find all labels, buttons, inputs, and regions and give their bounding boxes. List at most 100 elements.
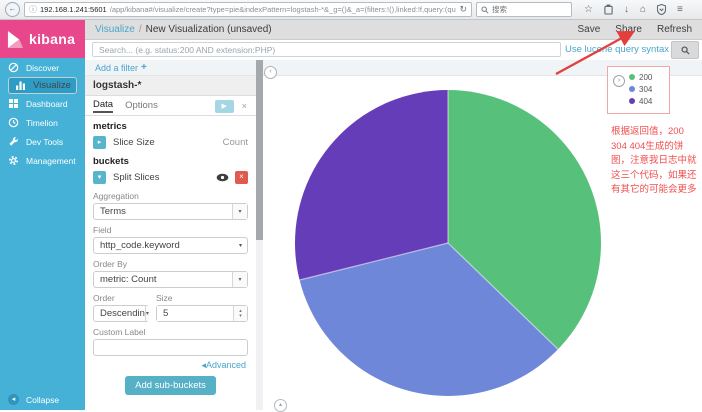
wrench-icon — [8, 136, 19, 147]
pie-chart[interactable] — [295, 90, 601, 396]
top-toolbar: Visualize / New Visualization (unsaved) … — [85, 20, 702, 40]
order-label: Order — [93, 288, 149, 305]
sidebar-item-visualize[interactable]: Visualize — [8, 77, 77, 94]
logo-text: kibana — [29, 31, 75, 47]
size-input[interactable] — [157, 306, 233, 321]
sidebar-item-management[interactable]: Management — [0, 151, 85, 170]
add-subbuckets-button[interactable]: Add sub-buckets — [125, 376, 216, 395]
size-stepper[interactable]: ▴▾ — [156, 305, 248, 322]
collapse-button[interactable]: ◂ Collapse — [0, 394, 59, 405]
legend-item[interactable]: 304 — [629, 84, 652, 94]
metric-label: Slice Size — [113, 137, 155, 148]
order-size-row: Order Descendin ▾ Size ▴▾ — [93, 288, 248, 322]
breadcrumb-app-link[interactable]: Visualize — [95, 24, 135, 35]
caret-down-icon: ▾ — [232, 272, 247, 287]
caret-down-icon: ▾ — [239, 314, 242, 319]
spinner-icons[interactable]: ▴▾ — [233, 306, 247, 321]
bucket-row-split-slices[interactable]: ▾ Split Slices × — [85, 169, 256, 186]
order-by-select[interactable]: metric: Count ▾ — [93, 271, 248, 288]
bar-chart-icon — [15, 80, 26, 91]
legend-dot — [629, 74, 635, 80]
breadcrumb-separator: / — [139, 24, 142, 35]
legend-label: 404 — [639, 97, 652, 106]
buckets-header: buckets — [85, 151, 256, 169]
browser-search-box[interactable] — [476, 2, 572, 17]
expand-right-icon[interactable]: ▸ — [93, 136, 106, 149]
sidebar-item-timelion[interactable]: Timelion — [0, 113, 85, 132]
aggregation-select[interactable]: Terms ▾ — [93, 203, 248, 220]
scrollbar-thumb[interactable] — [256, 60, 263, 240]
page-info-icon[interactable]: ⓘ — [29, 4, 37, 15]
legend-item[interactable]: 404 — [629, 96, 652, 106]
sidebar-item-label: Timelion — [26, 118, 58, 128]
add-filter-button[interactable]: Add a filter — [95, 63, 138, 73]
metric-value: Count — [223, 137, 248, 148]
advanced-link[interactable]: ◂Advanced — [85, 356, 256, 371]
share-button[interactable]: Share — [615, 24, 642, 35]
clock-icon — [8, 117, 19, 128]
apply-changes-button[interactable]: ▶ — [215, 100, 234, 113]
collapse-label: Collapse — [26, 395, 59, 405]
eye-icon — [216, 173, 229, 182]
home-icon[interactable]: ⌂ — [640, 5, 646, 15]
refresh-button[interactable]: Refresh — [657, 24, 692, 35]
remove-bucket-button[interactable]: × — [235, 171, 248, 184]
browser-back-button[interactable]: ← — [5, 2, 20, 17]
sidebar-item-dashboard[interactable]: Dashboard — [0, 94, 85, 113]
sidebar-item-discover[interactable]: Discover — [0, 58, 85, 77]
play-icon: ▶ — [222, 102, 227, 110]
shield-icon[interactable] — [657, 4, 666, 15]
sidebar-item-label: Visualize — [33, 80, 71, 91]
advanced-label: Advanced — [206, 360, 246, 370]
bookmark-star-icon[interactable]: ☆ — [584, 5, 593, 15]
legend-toggle-button[interactable]: › — [613, 75, 625, 87]
query-input[interactable] — [92, 42, 561, 57]
tab-data[interactable]: Data — [93, 99, 113, 113]
save-button[interactable]: Save — [578, 24, 601, 35]
discard-changes-button[interactable]: × — [242, 101, 247, 111]
metric-row-slice-size[interactable]: ▸ Slice Size Count — [85, 134, 256, 151]
legend-annotation-box: › 200 304 404 — [607, 66, 670, 114]
index-pattern-header: logstash-* — [85, 76, 256, 96]
lucene-syntax-link[interactable]: Use lucene query syntax — [565, 44, 669, 55]
panel-collapse-button[interactable]: ‹ — [264, 66, 277, 79]
reload-icon[interactable]: ↻ — [459, 4, 467, 15]
url-bar[interactable]: ⓘ 192.168.1.241:5601/app/kibana#/visuali… — [24, 2, 472, 17]
query-bar: Use lucene query syntax — [85, 40, 702, 60]
field-select[interactable]: http_code.keyword ▾ — [93, 237, 248, 254]
panel-scrollbar[interactable] — [256, 60, 263, 410]
browser-chrome: ← ⓘ 192.168.1.241:5601/app/kibana#/visua… — [0, 0, 702, 20]
field-label: Field — [85, 220, 256, 237]
sidebar-item-label: Management — [26, 156, 76, 166]
legend-label: 304 — [639, 85, 652, 94]
toggle-visibility-button[interactable] — [216, 173, 229, 182]
custom-label-input[interactable] — [93, 339, 248, 356]
order-select[interactable]: Descendin ▾ — [93, 305, 149, 322]
caret-down-icon: ▾ — [239, 242, 242, 249]
library-icon[interactable] — [604, 4, 613, 15]
sidebar-item-label: Discover — [26, 63, 59, 73]
menu-icon[interactable]: ≡ — [677, 5, 683, 15]
plus-icon[interactable]: + — [141, 62, 147, 73]
breadcrumb-page-title: New Visualization (unsaved) — [146, 24, 272, 35]
custom-label-label: Custom Label — [85, 322, 256, 339]
legend-item[interactable]: 200 — [629, 72, 652, 82]
size-label: Size — [156, 288, 248, 305]
aggregation-label: Aggregation — [85, 186, 256, 203]
editor-tabs: Data Options ▶ × — [85, 96, 256, 116]
field-value: http_code.keyword — [100, 240, 180, 251]
kibana-logo-mark-icon — [7, 31, 24, 48]
order-by-value: metric: Count — [100, 274, 157, 285]
query-search-button[interactable] — [671, 41, 699, 59]
collapse-down-icon[interactable]: ▾ — [93, 171, 106, 184]
search-icon — [481, 6, 489, 14]
sidebar-item-dev-tools[interactable]: Dev Tools — [0, 132, 85, 151]
compass-icon — [8, 62, 19, 73]
downloads-icon[interactable]: ↓ — [624, 5, 629, 15]
bucket-label: Split Slices — [113, 172, 159, 183]
browser-search-input[interactable] — [492, 5, 552, 14]
tab-options[interactable]: Options — [125, 100, 158, 112]
collapse-left-icon: ◂ — [8, 394, 19, 405]
dashboard-icon — [8, 98, 19, 109]
spy-toggle-button[interactable]: ▴ — [274, 399, 287, 412]
